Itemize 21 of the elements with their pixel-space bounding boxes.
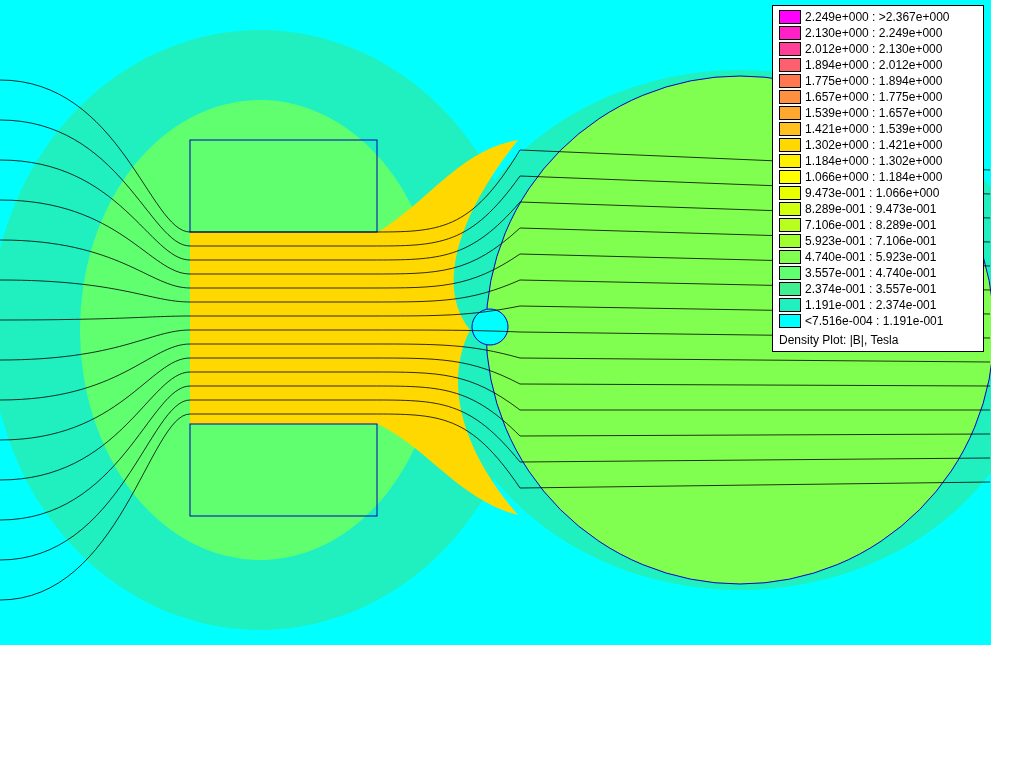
legend-range-label: 4.740e-001 : 5.923e-001 <box>805 250 937 264</box>
legend-range-label: 2.130e+000 : 2.249e+000 <box>805 26 943 40</box>
legend-range-label: 1.066e+000 : 1.184e+000 <box>805 170 943 184</box>
legend-range-label: 2.374e-001 : 3.557e-001 <box>805 282 937 296</box>
legend-range-label: 1.657e+000 : 1.775e+000 <box>805 90 943 104</box>
legend-range-label: 8.289e-001 : 9.473e-001 <box>805 202 937 216</box>
legend-range-label: 9.473e-001 : 1.066e+000 <box>805 186 940 200</box>
legend-range-label: <7.516e-004 : 1.191e-001 <box>805 314 944 328</box>
legend-range-label: 5.923e-001 : 7.106e-001 <box>805 234 937 248</box>
legend-range-label: 1.184e+000 : 1.302e+000 <box>805 154 943 168</box>
legend-range-label: 7.106e-001 : 8.289e-001 <box>805 218 937 232</box>
legend-range-label: 1.191e-001 : 2.374e-001 <box>805 298 937 312</box>
legend-range-label: 1.421e+000 : 1.539e+000 <box>805 122 943 136</box>
legend-range-label: 1.894e+000 : 2.012e+000 <box>805 58 943 72</box>
legend-range-label: 1.539e+000 : 1.657e+000 <box>805 106 943 120</box>
legend-range-label: 1.775e+000 : 1.894e+000 <box>805 74 943 88</box>
legend-range-label: 2.249e+000 : >2.367e+000 <box>805 10 950 24</box>
legend-range-label: 3.557e-001 : 4.740e-001 <box>805 266 937 280</box>
legend-range-label: 1.302e+000 : 1.421e+000 <box>805 138 943 152</box>
legend-range-label: 2.012e+000 : 2.130e+000 <box>805 42 943 56</box>
legend-caption: Density Plot: |B|, Tesla <box>779 333 900 347</box>
